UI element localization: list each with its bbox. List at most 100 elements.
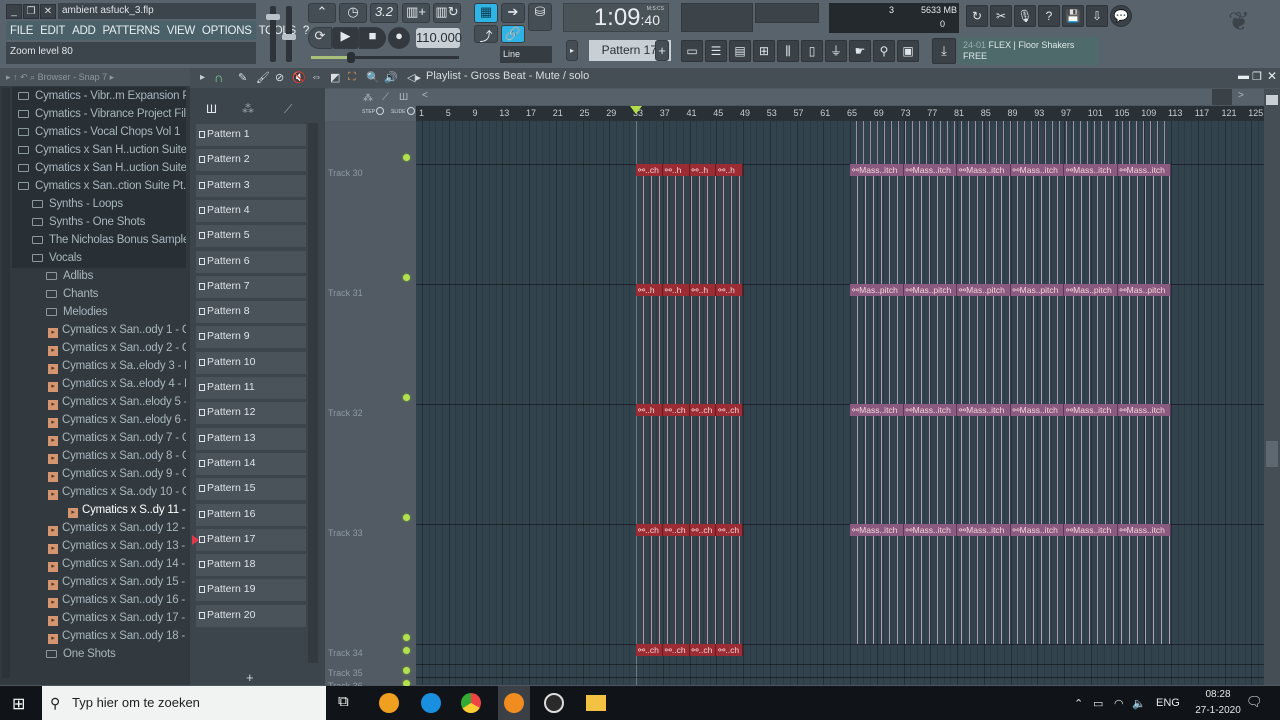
mass-pitch-clip[interactable]: ⚯Mas..pitch ⚯Mas..pitch ⚯Mas..pitch ⚯Mas..p…	[850, 284, 1172, 404]
browser-file[interactable]: ▸ Cymatics x S..dy 11 - G# Min	[12, 501, 186, 520]
clock-date[interactable]: 27-1-2020	[1188, 705, 1248, 716]
record-audio-button[interactable]: 🎙	[1014, 5, 1036, 27]
tray-expand-icon[interactable]: ⌃	[1074, 697, 1083, 710]
browser-file[interactable]: ▸ Cymatics x Sa..elody 3 - D Maj	[12, 357, 186, 376]
browser-file[interactable]: ▸ Cymatics x San..ody 12 - A Min	[12, 519, 186, 538]
news-panel[interactable]: 24-01 FLEX | Floor Shakers FREE	[958, 37, 1098, 65]
pattern-item[interactable]: Pattern 3	[196, 174, 306, 197]
playlist-menu-arrow[interactable]: ▸	[200, 72, 205, 83]
mass-pitch-clip[interactable]: ⚯Mass..itch ⚯Mass..itch ⚯Mass..itch ⚯Mass..…	[850, 524, 1172, 644]
window-layout-button[interactable]: ▣	[897, 40, 919, 62]
menu-add[interactable]: ADD	[72, 25, 96, 37]
browser-folder[interactable]: Cymatics - Vocal Chops Vol 1	[12, 123, 186, 142]
minimize-button[interactable]: _	[6, 4, 22, 19]
browser-file[interactable]: ▸ Cymatics x San..ody 14 - B Maj	[12, 555, 186, 574]
browser-file[interactable]: ▸ Cymatics x San..ody 8 - G# Min	[12, 447, 186, 466]
pattern-prev-button[interactable]: ▸	[566, 40, 578, 61]
track-name[interactable]: Track 30	[328, 168, 363, 178]
track-name[interactable]: Track 32	[328, 408, 363, 418]
wait-for-input-button[interactable]: ◷	[339, 3, 367, 23]
record-button[interactable]: ●	[388, 27, 410, 49]
pattern-item[interactable]: Pattern 12	[196, 402, 306, 425]
loop-record-button[interactable]: ▥↻	[433, 3, 461, 23]
playlist-horizontal-scrollbar[interactable]: < >	[416, 89, 1264, 105]
pattern-item[interactable]: Pattern 4	[196, 199, 306, 222]
stop-button[interactable]: ■	[359, 27, 386, 49]
browser-folder[interactable]: Chants	[12, 285, 186, 304]
playlist-vertical-scrollbar[interactable]	[1264, 89, 1280, 685]
picker-automation-icon[interactable]: ⟋	[284, 102, 292, 117]
save-button[interactable]: 💾	[1062, 5, 1084, 27]
fl-studio-taskbar-button[interactable]	[498, 686, 530, 720]
edison-button[interactable]: ✂	[990, 5, 1012, 27]
picker-patterns-icon[interactable]: Ш	[206, 102, 217, 116]
browser-folder[interactable]: Cymatics x San H..uction Suite Pt. 2	[12, 159, 186, 178]
add-pattern-button[interactable]: +	[655, 40, 669, 61]
browser-folder[interactable]: Cymatics x San H..uction Suite Pt. 1	[12, 141, 186, 160]
playlist-close-button[interactable]: ✕	[1267, 69, 1277, 83]
step-mode-button[interactable]: ➔	[501, 3, 525, 23]
browser-folder[interactable]: The Nicholas Bonus Samples	[12, 231, 186, 250]
pattern-item[interactable]: Pattern 19	[196, 579, 306, 602]
menu-patterns[interactable]: PATTERNS	[102, 25, 160, 37]
step-toggle[interactable]	[376, 107, 384, 115]
master-pitch-slider[interactable]	[282, 6, 296, 62]
paint-tool-icon[interactable]: 🖌	[256, 71, 270, 84]
project-info-button[interactable]: ▯	[801, 40, 823, 62]
vpn-browser-icon[interactable]	[379, 693, 399, 713]
song-position-clock[interactable]: M:S:CS 1:09:40	[563, 3, 669, 32]
pattern-item[interactable]: Pattern 13	[196, 427, 306, 450]
playlist-minimize-button[interactable]: ▬	[1238, 70, 1249, 82]
browser-file[interactable]: ▸ Cymatics x San..ody 2 - C# Maj	[12, 339, 186, 358]
browser-file[interactable]: ▸ Cymatics x San..elody 5 - E Min	[12, 393, 186, 412]
pattern-item[interactable]: Pattern 11	[196, 377, 306, 399]
browser-folder[interactable]: Vocals	[12, 249, 186, 268]
metronome-button[interactable]: ⌃	[308, 3, 336, 23]
pattern-item[interactable]: Pattern 14	[196, 452, 306, 475]
gross-beat-clip[interactable]: ⚯..h ⚯..h ⚯..h ⚯..h	[636, 284, 744, 404]
help-button[interactable]: ?	[1038, 5, 1060, 27]
browser-button[interactable]: ⊞	[753, 40, 775, 62]
play-button[interactable]: ▶	[332, 27, 359, 49]
picker-audio-icon[interactable]: ⁂	[242, 102, 254, 116]
chat-button[interactable]: 💬	[1110, 5, 1132, 27]
browser-scrollbar[interactable]	[2, 88, 10, 678]
pattern-item[interactable]: Pattern 5	[196, 225, 306, 248]
zoom-tool-icon[interactable]: 🔍	[366, 71, 380, 84]
vscroll-top[interactable]	[1266, 95, 1278, 105]
chrome-icon[interactable]	[461, 693, 481, 713]
pattern-item[interactable]: Pattern 9	[196, 326, 306, 349]
menu-view[interactable]: VIEW	[167, 25, 196, 37]
playlist-grid[interactable]: ⚯..ch ⚯..h ⚯..h ⚯..h ⚯Mass..itch ⚯Mass..itch ⚯…	[416, 121, 1264, 685]
mixer-button[interactable]: ⫼	[777, 40, 799, 62]
countdown-button[interactable]: 3.2	[370, 3, 398, 23]
scroll-right-icon[interactable]: >	[1238, 90, 1244, 101]
playlist-clip[interactable]	[850, 121, 1172, 164]
tempo-field[interactable]: 110.000	[416, 28, 462, 48]
magnet-snap-icon[interactable]: ∩	[214, 70, 223, 85]
news-download-button[interactable]: ⤓	[932, 38, 956, 64]
browser-folder[interactable]: Cymatics - Vibr..m Expansion Pack	[12, 87, 186, 106]
track-name[interactable]: Track 34	[328, 648, 363, 658]
pattern-item[interactable]: Pattern 8	[196, 301, 306, 324]
export-button[interactable]: ⇩	[1086, 5, 1108, 27]
pattern-item[interactable]: Pattern 1	[196, 124, 306, 146]
browser-folder[interactable]: Melodies	[12, 303, 186, 322]
track-mute-led[interactable]	[403, 634, 410, 641]
scroll-thumb[interactable]	[1212, 89, 1232, 105]
timeline-ruler[interactable]: 1 5 9 13 17 21 25 29 33 37 41 45 49 53 57 61 65 69 73 77 81 8…	[416, 106, 1264, 121]
scroll-left-icon[interactable]: <	[422, 90, 428, 101]
browser-file[interactable]: ▸ Cymatics x San..ody 9 - G# Min	[12, 465, 186, 484]
notifications-icon[interactable]: 🗨	[1246, 694, 1263, 710]
browser-file[interactable]: ▸ Cymatics x San..ody 16 - B Maj	[12, 591, 186, 610]
track-mute-led[interactable]	[403, 274, 410, 281]
browser-folder[interactable]: Synths - One Shots	[12, 213, 186, 232]
track-mute-led[interactable]	[403, 514, 410, 521]
playlist-maximize-button[interactable]: ❐	[1252, 70, 1262, 83]
language-indicator[interactable]: ENG	[1156, 697, 1180, 709]
pattern-item[interactable]: Pattern 15	[196, 478, 306, 501]
task-view-icon[interactable]: ⧉	[338, 693, 349, 710]
pattern-item[interactable]: Pattern 17	[192, 528, 306, 551]
mute-tool-icon[interactable]: 🔇	[292, 71, 306, 84]
playback-position-slider[interactable]	[311, 52, 459, 63]
